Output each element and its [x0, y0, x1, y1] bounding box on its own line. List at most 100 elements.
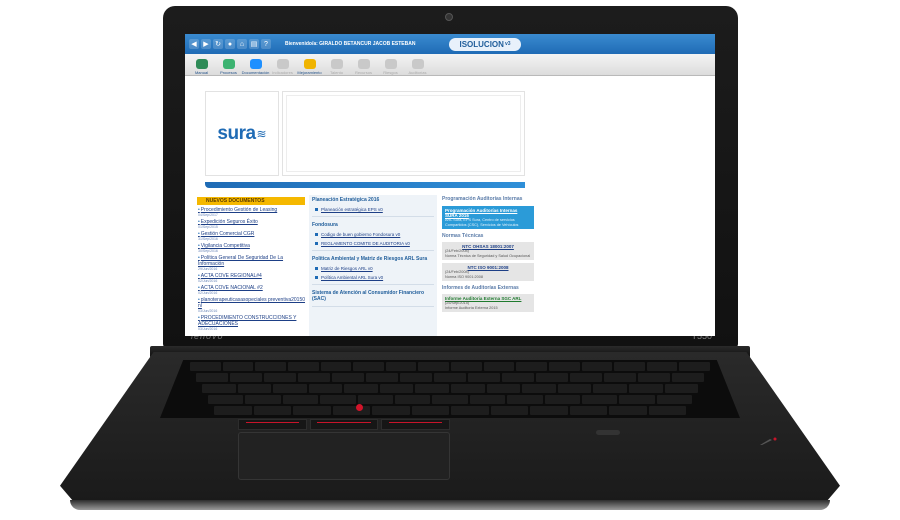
key[interactable]: [308, 384, 343, 393]
key[interactable]: [614, 362, 645, 371]
document-link[interactable]: Codigo de buen gobierno Fondosura v0: [321, 232, 400, 237]
back-icon[interactable]: ◀: [189, 39, 199, 49]
key[interactable]: [628, 384, 663, 393]
key[interactable]: [451, 362, 482, 371]
home-icon[interactable]: ⌂: [237, 39, 247, 49]
key[interactable]: [282, 395, 319, 404]
key[interactable]: [230, 373, 262, 382]
key[interactable]: [548, 362, 580, 371]
key[interactable]: [394, 395, 431, 404]
toolbar-item[interactable]: Riesgos: [378, 55, 403, 75]
key[interactable]: [298, 373, 330, 382]
list-item[interactable]: Política Ambiental ARL Sura v0: [315, 275, 434, 280]
key[interactable]: [664, 384, 699, 393]
key[interactable]: [570, 373, 602, 382]
key[interactable]: [544, 395, 580, 404]
key[interactable]: [332, 373, 364, 382]
doc-title-link[interactable]: PROCEDIMIENTO CONSTRUCCIONES Y ADECUACIO…: [198, 315, 305, 327]
toolbar-item[interactable]: Documentación: [242, 55, 269, 75]
key[interactable]: [451, 384, 485, 393]
key[interactable]: [344, 384, 378, 393]
toolbar-item[interactable]: Procesos: [216, 55, 241, 75]
trackpoint[interactable]: [356, 404, 363, 411]
doc-title-link[interactable]: Política General De Seguridad De La Info…: [198, 255, 305, 267]
doc-title-link[interactable]: planoterapeuticasasopeciales preventiva2…: [198, 297, 305, 309]
internal-audit-title[interactable]: Programación Auditorías Internas SURA 20…: [445, 208, 531, 218]
key[interactable]: [451, 406, 489, 415]
key[interactable]: [245, 395, 281, 404]
key[interactable]: [255, 362, 286, 371]
key[interactable]: [332, 406, 370, 415]
toolbar-item[interactable]: Manual: [189, 55, 214, 75]
key[interactable]: [619, 395, 655, 404]
trackpoint-buttons[interactable]: [238, 419, 451, 430]
key[interactable]: [202, 384, 236, 393]
forward-icon[interactable]: ▶: [201, 39, 211, 49]
key[interactable]: [646, 362, 678, 371]
list-item[interactable]: PROCEDIMIENTO CONSTRUCCIONES Y ADECUACIO…: [197, 315, 305, 331]
toolbar-item[interactable]: Recursos: [351, 55, 376, 75]
key[interactable]: [593, 384, 627, 393]
key[interactable]: [469, 395, 506, 404]
key[interactable]: [432, 395, 468, 404]
key[interactable]: [293, 406, 331, 415]
key[interactable]: [516, 362, 547, 371]
norm-card[interactable]: NTC OHSAS 18001:2007 (24/Feb/2008) Norma T…: [442, 242, 534, 260]
key[interactable]: [609, 406, 647, 415]
list-item[interactable]: Planeación estratégica EPS v0: [315, 207, 434, 212]
list-item[interactable]: Expedición Seguros Éxito01/Sep/2015: [197, 219, 305, 229]
key[interactable]: [656, 395, 693, 404]
key[interactable]: [214, 406, 252, 415]
key[interactable]: [536, 373, 568, 382]
key[interactable]: [379, 384, 414, 393]
key[interactable]: [502, 373, 534, 382]
key[interactable]: [507, 395, 543, 404]
key[interactable]: [648, 406, 686, 415]
list-item[interactable]: ACTA COVE NACIONAL #202/Jun/2016: [197, 285, 305, 295]
key[interactable]: [196, 373, 228, 382]
toolbar-item[interactable]: Talento: [324, 55, 349, 75]
list-item[interactable]: Política General De Seguridad De La Info…: [197, 255, 305, 271]
key[interactable]: [557, 384, 592, 393]
document-link[interactable]: Política Ambiental ARL Sura v0: [321, 275, 383, 280]
key[interactable]: [415, 384, 450, 393]
key[interactable]: [530, 406, 568, 415]
key[interactable]: [400, 373, 432, 382]
key[interactable]: [604, 373, 636, 382]
key[interactable]: [253, 406, 291, 415]
key[interactable]: [357, 395, 393, 404]
key[interactable]: [411, 406, 449, 415]
key[interactable]: [490, 406, 528, 415]
key[interactable]: [569, 406, 607, 415]
key[interactable]: [468, 373, 500, 382]
key[interactable]: [581, 362, 613, 371]
key[interactable]: [372, 406, 410, 415]
key[interactable]: [353, 362, 384, 371]
document-link[interactable]: Planeación estratégica EPS v0: [321, 207, 383, 212]
list-item[interactable]: Gestión Comercial CGR31/Sep/2016: [197, 231, 305, 241]
key[interactable]: [418, 362, 449, 371]
document-link[interactable]: REGLAMENTO COMITE DE AUDITORIA v0: [321, 241, 410, 246]
external-audit-card[interactable]: Informe Auditoria Externa SGC ARL (25/Se…: [442, 294, 534, 312]
help-icon[interactable]: ?: [261, 39, 271, 49]
list-item[interactable]: Codigo de buen gobierno Fondosura v0: [315, 232, 434, 237]
list-item[interactable]: Vigilancia Competitiva30/Sep/2016: [197, 243, 305, 253]
right-click-button[interactable]: [381, 419, 451, 430]
key[interactable]: [672, 373, 704, 382]
touchpad[interactable]: [238, 432, 450, 480]
toolbar-item[interactable]: Auditorías: [405, 55, 430, 75]
list-item[interactable]: Matriz de Riesgos ARL v0: [315, 266, 434, 271]
key[interactable]: [320, 362, 352, 371]
key[interactable]: [287, 362, 319, 371]
key[interactable]: [486, 384, 521, 393]
refresh-icon[interactable]: ↻: [213, 39, 223, 49]
internal-audit-card[interactable]: Programación Auditorías Internas SURA 20…: [442, 206, 534, 229]
key[interactable]: [264, 373, 296, 382]
middle-click-button[interactable]: [309, 419, 379, 430]
left-click-button[interactable]: [238, 419, 307, 430]
key[interactable]: [320, 395, 356, 404]
key[interactable]: [273, 384, 307, 393]
list-item[interactable]: ACTA COVE REGIONAL#402/Jun/2016: [197, 273, 305, 283]
key[interactable]: [522, 384, 556, 393]
key[interactable]: [208, 395, 244, 404]
